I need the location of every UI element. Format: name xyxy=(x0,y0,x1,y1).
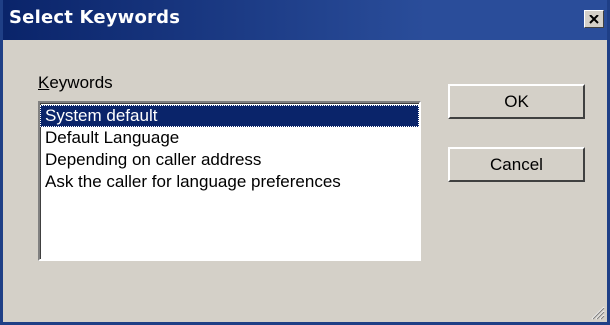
list-item[interactable]: Depending on caller address xyxy=(40,149,419,171)
dialog-title: Select Keywords xyxy=(9,7,181,28)
dialog-window: Select Keywords Keywords System default … xyxy=(0,0,610,325)
keywords-label-accelerator: K xyxy=(38,73,50,92)
resize-grip-icon[interactable] xyxy=(587,302,605,320)
keywords-label: Keywords xyxy=(38,73,113,93)
title-bar[interactable]: Select Keywords xyxy=(3,0,607,40)
list-item[interactable]: System default xyxy=(40,105,419,127)
close-button[interactable] xyxy=(584,10,604,28)
keywords-label-rest: eywords xyxy=(49,73,113,92)
close-icon xyxy=(589,14,599,24)
ok-button[interactable]: OK xyxy=(448,84,585,119)
list-item[interactable]: Default Language xyxy=(40,127,419,149)
keywords-listbox[interactable]: System default Default Language Dependin… xyxy=(38,101,421,261)
list-item[interactable]: Ask the caller for language preferences xyxy=(40,171,419,193)
cancel-button[interactable]: Cancel xyxy=(448,147,585,182)
